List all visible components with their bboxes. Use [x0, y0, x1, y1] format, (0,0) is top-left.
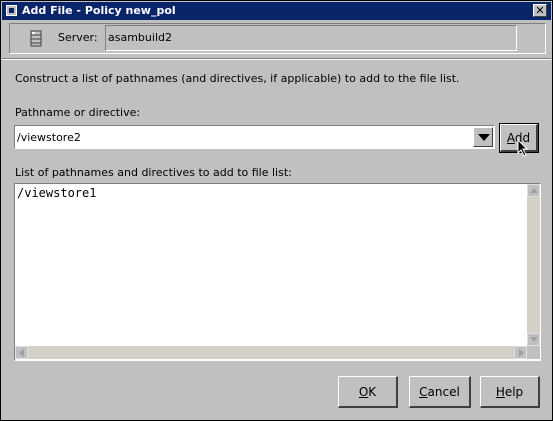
close-button[interactable]: ✕	[533, 4, 547, 17]
list-label: List of pathnames and directives to add …	[15, 166, 292, 179]
pathname-combobox[interactable]	[14, 125, 495, 149]
server-label: Server:	[58, 31, 98, 44]
help-label: elp	[504, 385, 524, 399]
pathname-list[interactable]: /viewstore1	[14, 183, 541, 361]
instructions-text: Construct a list of pathnames (and direc…	[15, 72, 460, 85]
arrow-down-icon	[530, 337, 538, 342]
dropdown-button[interactable]	[473, 127, 493, 147]
ok-label: K	[368, 385, 377, 399]
scroll-corner	[527, 346, 540, 359]
add-file-dialog: Add File - Policy new_pol ✕ Server: asam…	[0, 0, 553, 421]
ok-button[interactable]: OK	[338, 376, 398, 408]
separator	[2, 58, 551, 60]
help-mnemonic: H	[495, 385, 505, 399]
add-button-mnemonic: A	[506, 131, 515, 145]
chevron-down-icon	[478, 134, 490, 141]
cancel-mnemonic: C	[419, 385, 428, 399]
server-value: asambuild2	[105, 25, 517, 51]
server-icon	[30, 30, 42, 47]
window-title: Add File - Policy new_pol	[22, 4, 176, 17]
cancel-label: ancel	[427, 385, 460, 399]
scroll-left-button[interactable]	[15, 346, 28, 359]
scroll-up-button[interactable]	[527, 184, 540, 197]
arrow-right-icon	[519, 349, 524, 357]
mouse-pointer-icon	[517, 139, 529, 157]
arrow-left-icon	[19, 349, 24, 357]
pathname-input[interactable]	[17, 129, 467, 145]
scroll-right-button[interactable]	[514, 346, 527, 359]
pathname-list-text[interactable]: /viewstore1	[15, 184, 524, 345]
ok-mnemonic: O	[358, 385, 369, 399]
vertical-scrollbar[interactable]	[527, 184, 540, 346]
help-button[interactable]: Help	[480, 376, 540, 408]
pathname-label: Pathname or directive:	[15, 106, 141, 119]
window-menu-icon[interactable]	[6, 5, 17, 16]
title-bar[interactable]: Add File - Policy new_pol ✕	[2, 2, 551, 20]
horizontal-scrollbar[interactable]	[15, 346, 527, 359]
scroll-down-button[interactable]	[527, 333, 540, 346]
arrow-up-icon	[530, 188, 538, 193]
cancel-button[interactable]: Cancel	[409, 376, 471, 408]
